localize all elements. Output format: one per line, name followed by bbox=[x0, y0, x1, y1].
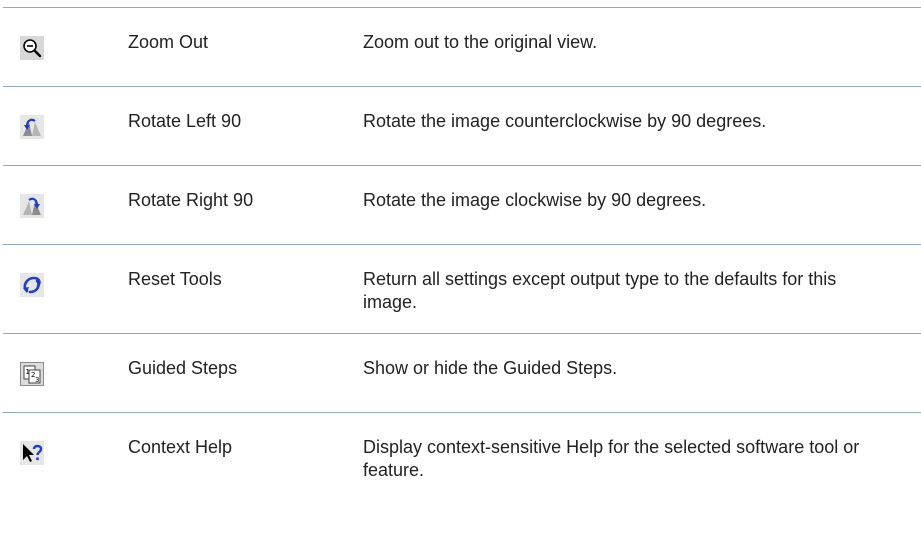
tool-name: Rotate Right 90 bbox=[128, 190, 254, 210]
table-row: Zoom Out Zoom out to the original view. bbox=[0, 8, 921, 86]
table-row: Context Help Display context-sensitive H… bbox=[0, 413, 921, 501]
context-help-icon[interactable] bbox=[20, 441, 44, 465]
tool-description: Rotate the image clockwise by 90 degrees… bbox=[363, 190, 707, 210]
rotate-left-icon[interactable] bbox=[20, 115, 44, 139]
table-row: Rotate Left 90 Rotate the image counterc… bbox=[0, 87, 921, 165]
svg-text:3: 3 bbox=[35, 376, 39, 384]
zoom-out-icon[interactable] bbox=[20, 36, 44, 60]
tool-reference-table: Zoom Out Zoom out to the original view. … bbox=[0, 7, 921, 501]
tool-name: Zoom Out bbox=[128, 32, 209, 52]
reset-tools-icon[interactable] bbox=[20, 273, 44, 297]
tool-name: Context Help bbox=[128, 437, 233, 457]
svg-text:1: 1 bbox=[26, 368, 30, 376]
guided-steps-icon[interactable]: 1 2 3 bbox=[20, 362, 44, 386]
tool-name: Rotate Left 90 bbox=[128, 111, 242, 131]
tool-name: Guided Steps bbox=[128, 358, 238, 378]
rotate-right-icon[interactable] bbox=[20, 194, 44, 218]
table-row: 1 2 3 Guided Steps Show or hide the Guid… bbox=[0, 334, 921, 412]
tool-description: Return all settings except output type t… bbox=[363, 269, 837, 312]
tool-description: Show or hide the Guided Steps. bbox=[363, 358, 618, 378]
tool-description: Display context-sensitive Help for the s… bbox=[363, 437, 860, 480]
table-row: Reset Tools Return all settings except o… bbox=[0, 245, 921, 333]
tool-description: Zoom out to the original view. bbox=[363, 32, 598, 52]
tool-description: Rotate the image counterclockwise by 90 … bbox=[363, 111, 767, 131]
tool-name: Reset Tools bbox=[128, 269, 222, 289]
table-row: Rotate Right 90 Rotate the image clockwi… bbox=[0, 166, 921, 244]
